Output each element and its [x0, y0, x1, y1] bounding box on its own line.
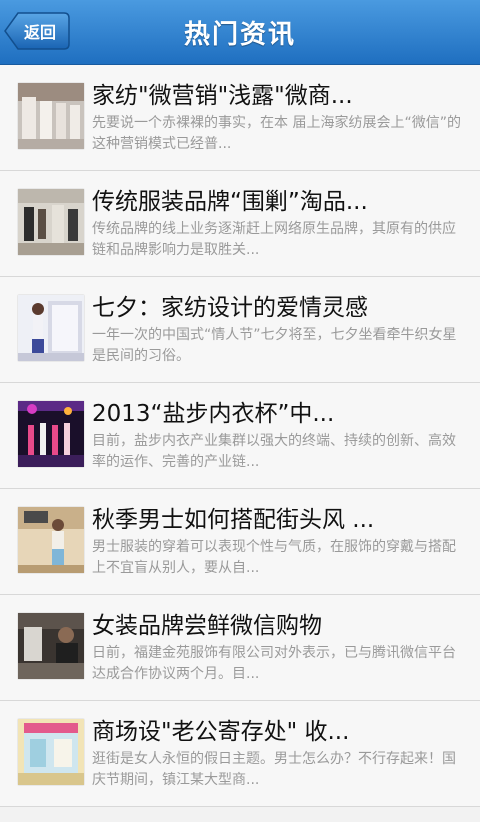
news-title: 2013“盐步内衣杯”中...	[92, 401, 335, 427]
news-thumbnail-image	[18, 613, 84, 679]
news-thumbnail-image	[18, 189, 84, 255]
back-button[interactable]: 返回	[4, 12, 70, 50]
news-summary: 先要说一个赤裸裸的事实，在本 届上海家纺展会上“微信”的这种营销模式已经普...	[92, 115, 461, 152]
news-title: 家纺"微营销"浅露"微商...	[92, 83, 353, 109]
news-summary: 目前，盐步内衣产业集群以强大的终端、持续的创新、高效率的运作、完善的产业链...	[92, 433, 456, 470]
news-item[interactable]: 传统服装品牌“围剿”淘品... 传统品牌的线上业务逐渐赶上网络原生品牌，其原有的…	[0, 171, 480, 277]
news-summary: 男士服装的穿着可以表现个性与气质，在服饰的穿戴与搭配上不宜盲从别人，要从自...	[92, 539, 456, 576]
news-item[interactable]: 秋季男士如何搭配街头风 ... 男士服装的穿着可以表现个性与气质，在服饰的穿戴与…	[0, 489, 480, 595]
news-list: 家纺"微营销"浅露"微商... 先要说一个赤裸裸的事实，在本 届上海家纺展会上“…	[0, 65, 480, 807]
news-title: 女装品牌尝鲜微信购物	[92, 613, 322, 639]
back-button-label: 返回	[24, 23, 57, 42]
news-title: 传统服装品牌“围剿”淘品...	[92, 189, 368, 215]
news-item[interactable]: 家纺"微营销"浅露"微商... 先要说一个赤裸裸的事实，在本 届上海家纺展会上“…	[0, 65, 480, 171]
news-thumbnail-image	[18, 719, 84, 785]
news-item[interactable]: 2013“盐步内衣杯”中... 目前，盐步内衣产业集群以强大的终端、持续的创新、…	[0, 383, 480, 489]
news-summary: 逛街是女人永恒的假日主题。男士怎么办？不行存起来！国庆节期间，镇江某大型商...	[92, 751, 456, 788]
title-bar: 返回 热门资讯	[0, 0, 480, 65]
news-summary: 日前，福建金苑服饰有限公司对外表示，已与腾讯微信平台达成合作协议两个月。目...	[92, 645, 456, 682]
news-thumbnail-image	[18, 401, 84, 467]
news-summary: 一年一次的中国式“情人节”七夕将至，七夕坐看牵牛织女星是民间的习俗。	[92, 327, 457, 364]
news-summary: 传统品牌的线上业务逐渐赶上网络原生品牌，其原有的供应链和品牌影响力是取胜关...	[92, 221, 456, 258]
news-thumbnail-image	[18, 295, 84, 361]
news-item[interactable]: 商场设"老公寄存处" 收... 逛街是女人永恒的假日主题。男士怎么办？不行存起来…	[0, 701, 480, 807]
news-thumbnail-image	[18, 507, 84, 573]
news-item[interactable]: 七夕：家纺设计的爱情灵感 一年一次的中国式“情人节”七夕将至，七夕坐看牵牛织女星…	[0, 277, 480, 383]
page-title: 热门资讯	[183, 19, 296, 50]
news-thumbnail-image	[18, 83, 84, 149]
news-title: 商场设"老公寄存处" 收...	[92, 719, 350, 745]
news-title: 秋季男士如何搭配街头风 ...	[92, 507, 375, 533]
news-item[interactable]: 女装品牌尝鲜微信购物 日前，福建金苑服饰有限公司对外表示，已与腾讯微信平台达成合…	[0, 595, 480, 701]
news-title: 七夕：家纺设计的爱情灵感	[92, 295, 368, 321]
